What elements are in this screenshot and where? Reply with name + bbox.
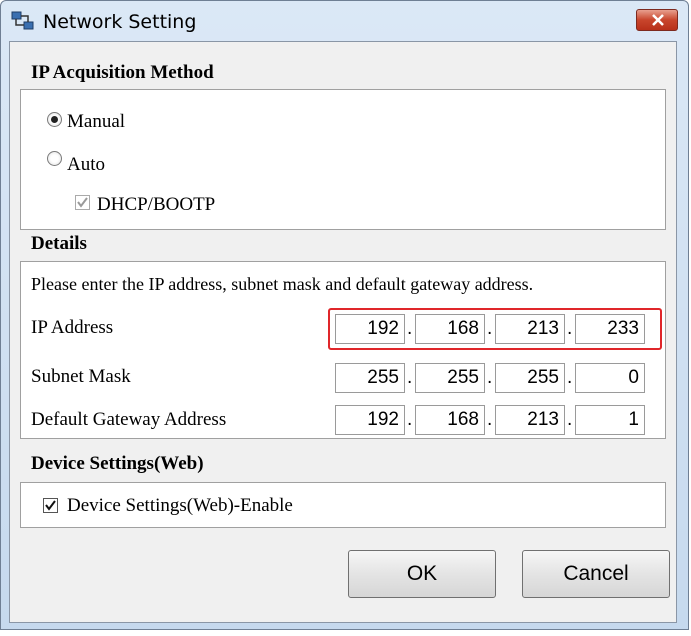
dialog-client-area: IP Acquisition Method Manual Auto DHCP/B… (9, 41, 677, 623)
cancel-button[interactable]: Cancel (522, 550, 670, 598)
device-settings-group: Device Settings(Web)-Enable (20, 482, 666, 528)
device-settings-enable-checkbox[interactable] (43, 498, 58, 513)
close-button[interactable] (636, 9, 678, 31)
octet-separator: . (567, 409, 573, 430)
octet-separator: . (567, 318, 573, 339)
manual-radio[interactable] (47, 112, 62, 127)
details-group: Please enter the IP address, subnet mask… (20, 261, 666, 439)
ok-button[interactable]: OK (348, 550, 496, 598)
default-gateway-octet-3[interactable]: 213 (495, 405, 565, 435)
ip-acquisition-heading: IP Acquisition Method (31, 62, 214, 83)
subnet-mask-octet-2[interactable]: 255 (415, 363, 485, 393)
device-settings-enable-label: Device Settings(Web)-Enable (67, 495, 293, 516)
default-gateway-octet-2[interactable]: 168 (415, 405, 485, 435)
manual-label: Manual (67, 111, 126, 132)
details-heading: Details (31, 233, 87, 254)
ip-acquisition-group: Manual Auto DHCP/BOOTP (20, 89, 666, 230)
octet-separator: . (567, 367, 573, 388)
ip-address-octet-3[interactable]: 213 (495, 314, 565, 344)
octet-separator: . (407, 318, 413, 339)
network-setting-dialog: Network Setting IP Acquisition Method Ma… (0, 0, 689, 630)
ip-address-label: IP Address (31, 317, 114, 338)
octet-separator: . (487, 367, 493, 388)
default-gateway-octet-4[interactable]: 1 (575, 405, 645, 435)
octet-separator: . (487, 409, 493, 430)
subnet-mask-octet-4[interactable]: 0 (575, 363, 645, 393)
device-settings-heading: Device Settings(Web) (31, 453, 204, 474)
network-app-icon (11, 10, 35, 32)
subnet-mask-label: Subnet Mask (31, 366, 131, 387)
title-bar[interactable]: Network Setting (1, 1, 688, 41)
ip-address-octet-2[interactable]: 168 (415, 314, 485, 344)
default-gateway-label: Default Gateway Address (31, 409, 227, 430)
checkmark-icon (77, 197, 88, 208)
close-icon (652, 14, 664, 26)
auto-label: Auto (67, 154, 105, 175)
ip-address-octet-1[interactable]: 192 (335, 314, 405, 344)
subnet-mask-octet-1[interactable]: 255 (335, 363, 405, 393)
dhcp-bootp-label: DHCP/BOOTP (97, 194, 216, 215)
auto-radio[interactable] (47, 151, 62, 166)
ip-address-octet-4[interactable]: 233 (575, 314, 645, 344)
details-instruction: Please enter the IP address, subnet mask… (31, 274, 534, 294)
window-title: Network Setting (43, 11, 197, 33)
default-gateway-octet-1[interactable]: 192 (335, 405, 405, 435)
octet-separator: . (407, 409, 413, 430)
octet-separator: . (407, 367, 413, 388)
subnet-mask-octet-3[interactable]: 255 (495, 363, 565, 393)
octet-separator: . (487, 318, 493, 339)
checkmark-icon (45, 500, 56, 511)
dhcp-bootp-checkbox[interactable] (75, 195, 90, 210)
